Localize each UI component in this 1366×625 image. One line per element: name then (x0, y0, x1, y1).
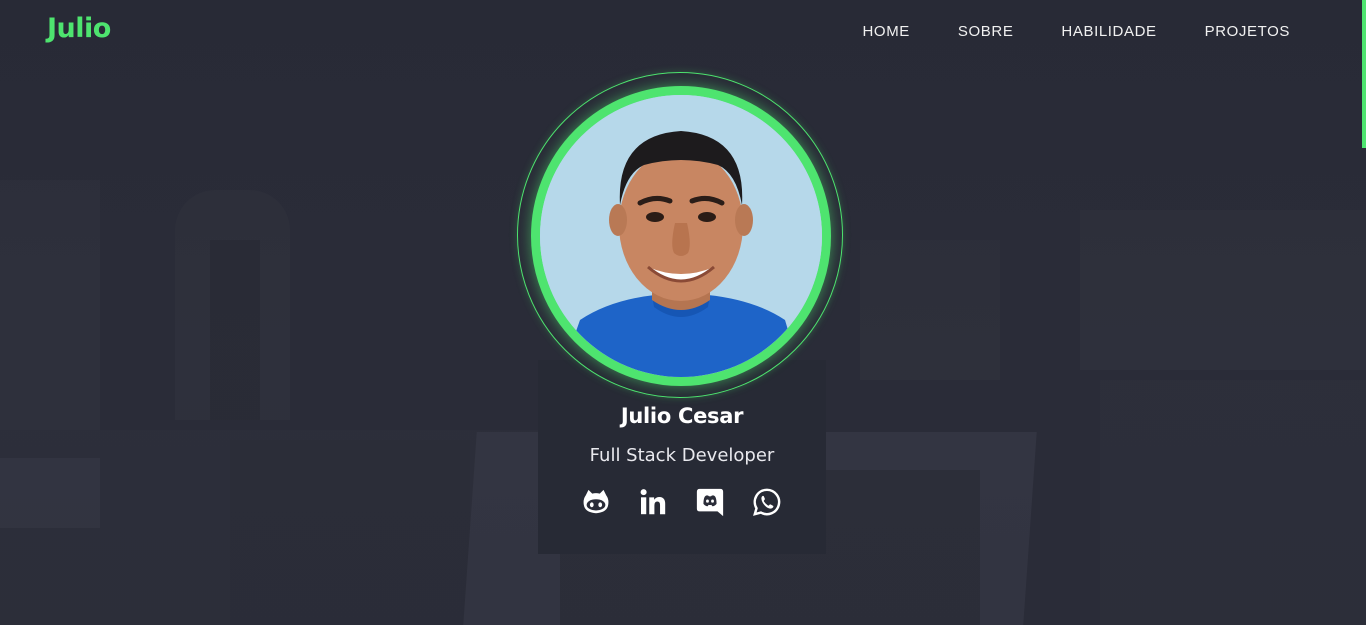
logo[interactable]: Julio (47, 13, 111, 44)
avatar (531, 86, 831, 386)
github-icon (583, 489, 609, 514)
whatsapp-link[interactable] (749, 484, 785, 520)
nav-habilidade[interactable]: HABILIDADE (1061, 23, 1156, 40)
nav-projetos[interactable]: PROJETOS (1205, 23, 1290, 40)
nav-home[interactable]: HOME (863, 23, 910, 40)
social-links (578, 484, 806, 520)
profile-name: Julio Cesar (620, 404, 744, 428)
whatsapp-icon (753, 488, 781, 516)
linkedin-link[interactable] (635, 484, 671, 520)
github-link[interactable] (578, 484, 614, 520)
nav-sobre[interactable]: SOBRE (958, 23, 1014, 40)
profile-role: Full Stack Developer (589, 445, 775, 466)
discord-icon (696, 488, 724, 517)
linkedin-icon (640, 489, 666, 515)
header: Julio HOME SOBRE HABILIDADE PROJETOS (0, 0, 1366, 66)
discord-link[interactable] (692, 484, 728, 520)
page: Julio HOME SOBRE HABILIDADE PROJETOS Jul… (0, 0, 1366, 625)
profile-photo-icon (540, 95, 822, 377)
main-nav: HOME SOBRE HABILIDADE PROJETOS (815, 23, 1291, 40)
